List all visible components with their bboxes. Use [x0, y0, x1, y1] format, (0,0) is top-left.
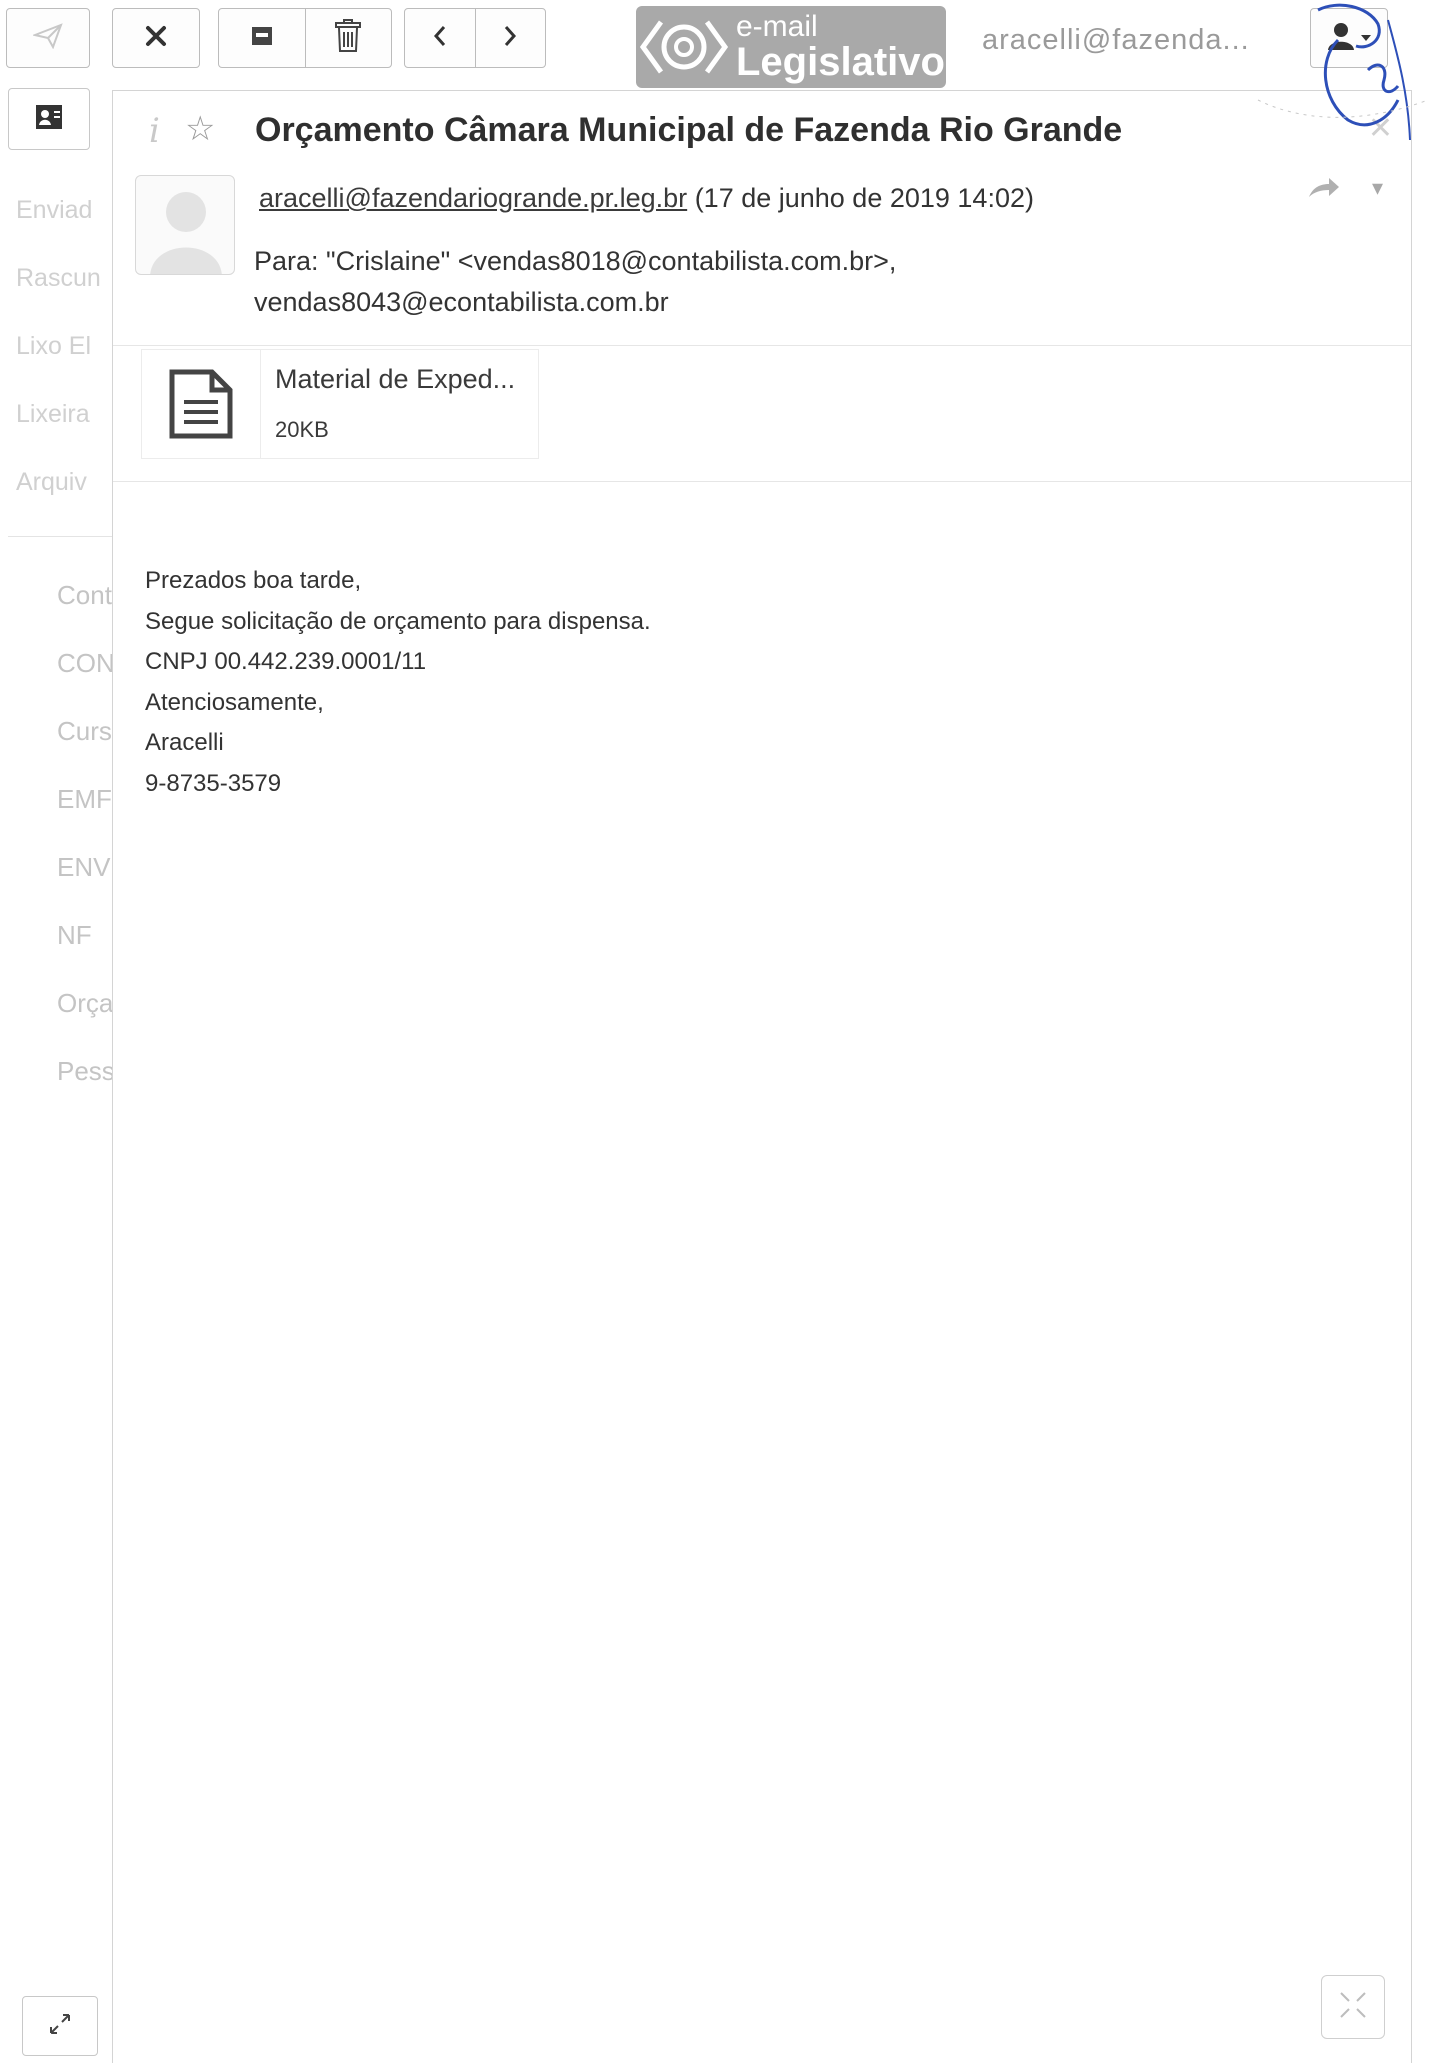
sender-address-link[interactable]: aracelli@fazendariogrande.pr.leg.br	[259, 183, 687, 213]
folder-item[interactable]: EMF	[57, 784, 112, 815]
archive-icon	[250, 25, 274, 52]
attachment-item[interactable]: Material de Exped... 20KB	[141, 349, 539, 459]
message-nav-group	[404, 8, 546, 68]
expand-sidebar-button[interactable]	[22, 1996, 98, 2056]
message-from: aracelli@fazendariogrande.pr.leg.br (17 …	[259, 183, 1034, 214]
message-view-panel: i ☆ Orçamento Câmara Municipal de Fazend…	[112, 90, 1412, 2063]
folder-item[interactable]: Orça	[57, 988, 112, 1019]
attachment-size: 20KB	[275, 417, 329, 442]
next-message-button[interactable]	[474, 9, 546, 67]
folder-item[interactable]: Curs	[57, 716, 112, 747]
chevron-down-icon	[1360, 29, 1372, 47]
fullscreen-button[interactable]	[1321, 1975, 1385, 2039]
sidebar: Enviad Rascun Lixo El Lixeira Arquiv Con…	[0, 88, 112, 2063]
folder-item[interactable]: NF	[57, 920, 92, 951]
archive-button[interactable]	[219, 9, 305, 67]
sidebar-item-trash[interactable]: Lixeira	[16, 400, 90, 429]
sidebar-divider	[8, 536, 112, 537]
attachment-name: Material de Exped...	[275, 364, 516, 394]
star-icon[interactable]: ☆	[185, 109, 215, 149]
close-message-button[interactable]	[112, 8, 200, 68]
forward-icon[interactable]	[1307, 175, 1341, 204]
expand-icon	[48, 2012, 72, 2041]
header-divider	[113, 345, 1411, 346]
folder-item[interactable]: Pess	[57, 1056, 112, 1087]
message-subject: Orçamento Câmara Municipal de Fazenda Ri…	[255, 111, 1123, 149]
contacts-button[interactable]	[8, 88, 90, 150]
message-recipients: Para: "Crislaine" <vendas8018@contabilis…	[254, 241, 1154, 323]
recipients-line-2: vendas8043@econtabilista.com.br	[254, 287, 669, 317]
at-sign-logo-icon	[636, 6, 732, 88]
archive-delete-group	[218, 8, 392, 68]
reply-options-chevron-icon[interactable]: ▾	[1372, 175, 1383, 201]
fullscreen-icon	[1338, 1990, 1368, 2025]
message-date: (17 de junho de 2019 14:02)	[694, 183, 1034, 213]
trash-icon	[334, 18, 362, 58]
close-icon	[144, 24, 168, 53]
message-body: Prezados boa tarde, Segue solicitação de…	[145, 561, 651, 805]
body-line: Atenciosamente,	[145, 688, 324, 716]
email-legislativo-logo: e-mail Legislativo	[636, 6, 946, 88]
chevron-left-icon	[433, 25, 447, 52]
delete-button[interactable]	[304, 9, 392, 67]
sidebar-item-sent[interactable]: Enviad	[16, 196, 92, 225]
send-icon	[31, 22, 63, 54]
account-email: aracelli@fazenda...	[982, 24, 1250, 56]
body-line: Segue solicitação de orçamento para disp…	[145, 607, 651, 635]
body-line: 9-8735-3579	[145, 769, 282, 797]
body-line: Aracelli	[145, 729, 224, 757]
document-icon	[142, 350, 261, 458]
sender-avatar	[135, 175, 235, 275]
sidebar-item-archive[interactable]: Arquiv	[16, 468, 87, 497]
folder-item[interactable]: CON	[57, 648, 112, 679]
send-button[interactable]	[6, 8, 90, 68]
logo-line-1: e-mail	[736, 10, 818, 43]
sidebar-item-drafts[interactable]: Rascun	[16, 264, 101, 293]
account-menu-button[interactable]	[1310, 8, 1388, 68]
folder-item[interactable]: ENV	[57, 852, 110, 883]
info-icon[interactable]: i	[149, 111, 160, 151]
chevron-right-icon	[503, 25, 517, 52]
previous-message-button[interactable]	[405, 9, 475, 67]
user-icon	[1326, 21, 1356, 56]
sidebar-item-junk[interactable]: Lixo El	[16, 332, 91, 361]
attachment-divider	[113, 481, 1411, 482]
body-line: Prezados boa tarde,	[145, 567, 362, 594]
logo-line-2: Legislativo	[736, 40, 945, 84]
contacts-icon	[35, 104, 63, 135]
body-line: CNPJ 00.442.239.0001/11	[145, 648, 427, 676]
close-panel-icon[interactable]: ✕	[1368, 111, 1393, 146]
recipients-line-1: Para: "Crislaine" <vendas8018@contabilis…	[254, 246, 897, 276]
folder-item[interactable]: Cont	[57, 580, 112, 611]
